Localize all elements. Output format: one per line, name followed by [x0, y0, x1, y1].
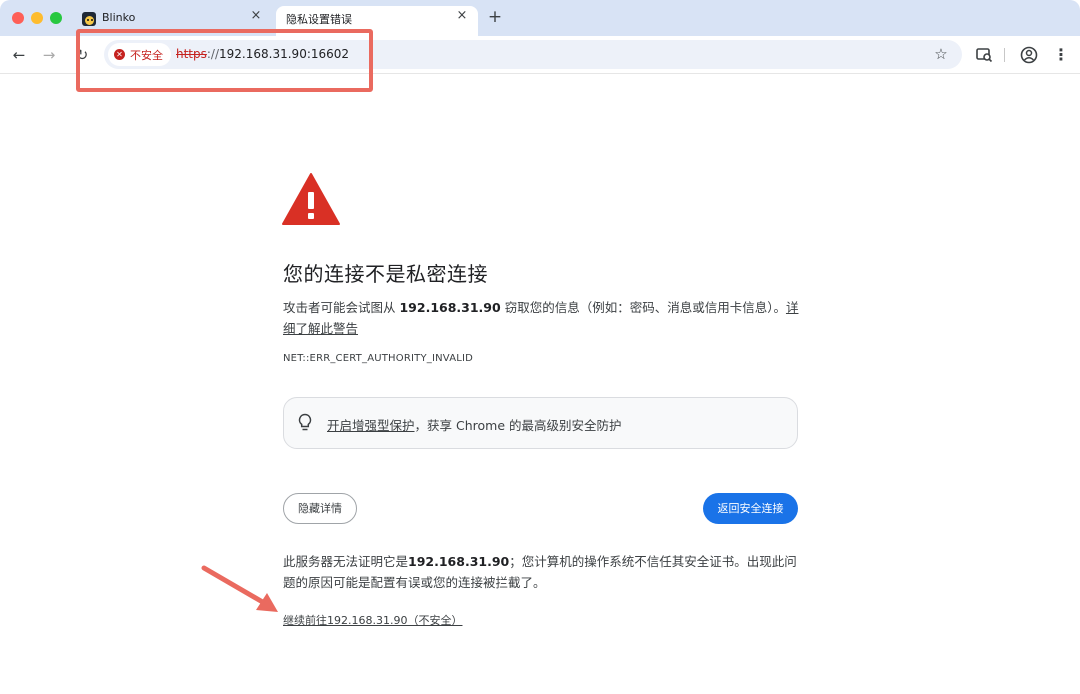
minimize-window-button[interactable] [31, 12, 43, 24]
enhanced-protection-text: 开启增强型保护，获享 Chrome 的最高级别安全防护 [327, 415, 622, 434]
close-window-button[interactable] [12, 12, 24, 24]
details-prefix: 此服务器无法证明它是 [283, 554, 409, 569]
tab-title: 隐私设置错误 [286, 13, 352, 26]
enhanced-protection-suffix: ，获享 Chrome 的最高级别安全防护 [414, 418, 622, 433]
proceed-unsafe-link[interactable]: 继续前往192.168.31.90（不安全） [283, 612, 462, 628]
warning-triangle-icon [282, 173, 340, 225]
maximize-window-button[interactable] [50, 12, 62, 24]
page-title: 您的连接不是私密连接 [283, 262, 488, 286]
back-button[interactable]: ← [9, 45, 29, 65]
intro-host: 192.168.31.90 [399, 300, 501, 315]
enhanced-protection-link[interactable]: 开启增强型保护 [327, 418, 415, 433]
hide-details-button[interactable]: 隐藏详情 [283, 493, 357, 524]
tab-close-icon[interactable]: × [454, 8, 470, 24]
tab-close-icon[interactable]: × [248, 8, 264, 24]
details-host: 192.168.31.90 [408, 554, 510, 569]
address-highlight-annotation [76, 29, 373, 92]
toolbar-divider [1004, 48, 1005, 62]
blinko-favicon-icon [82, 12, 96, 26]
bookmark-star-icon[interactable]: ☆ [932, 45, 950, 63]
details-text: 此服务器无法证明它是192.168.31.90；您计算机的操作系统不信任其安全证… [283, 551, 803, 593]
intro-suffix: 窃取您的信息（例如：密码、消息或信用卡信息）。 [500, 300, 786, 315]
lightbulb-icon [298, 413, 312, 431]
more-menu-icon[interactable]: ⋮ [1051, 45, 1071, 65]
back-to-safety-button[interactable]: 返回安全连接 [703, 493, 798, 524]
profile-avatar-icon[interactable] [1019, 45, 1039, 65]
google-lens-icon[interactable] [974, 45, 994, 65]
error-code: NET::ERR_CERT_AUTHORITY_INVALID [283, 353, 474, 364]
warning-intro: 攻击者可能会试图从 192.168.31.90 窃取您的信息（例如：密码、消息或… [283, 297, 803, 339]
tab-title: Blinko [102, 11, 136, 24]
intro-prefix: 攻击者可能会试图从 [283, 300, 400, 315]
forward-button[interactable]: → [39, 45, 59, 65]
new-tab-button[interactable]: + [486, 8, 504, 26]
enhanced-protection-box: 开启增强型保护，获享 Chrome 的最高级别安全防护 [283, 397, 798, 449]
pointer-arrow-annotation [201, 565, 278, 612]
